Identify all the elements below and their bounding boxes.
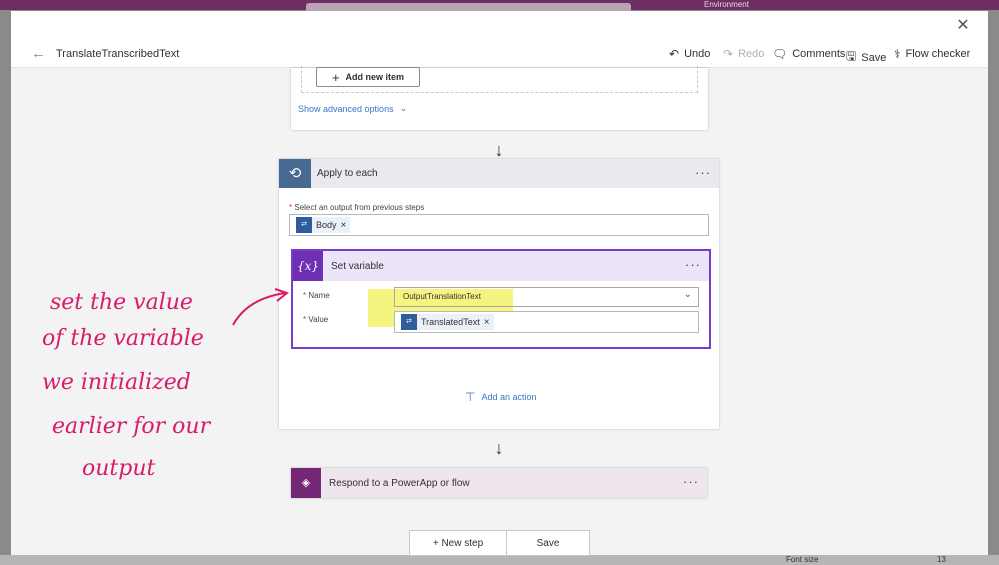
more-options-icon[interactable]: ···: [695, 165, 711, 180]
remove-token-icon[interactable]: ×: [341, 220, 347, 231]
more-options-icon[interactable]: ···: [685, 257, 701, 272]
background-app-header: Environment: [0, 0, 999, 13]
add-action-icon: ⊤: [465, 390, 476, 404]
translated-text-token-label: TranslatedText: [421, 317, 480, 327]
show-advanced-options-link[interactable]: Show advanced options ⌄: [298, 103, 407, 114]
translated-text-token[interactable]: ⇄ TranslatedText ×: [401, 314, 494, 330]
respond-title: Respond to a PowerApp or flow: [329, 478, 470, 489]
required-marker: *: [289, 203, 293, 212]
body-token-label: Body: [316, 220, 337, 230]
apply-to-each-header[interactable]: ⟲ Apply to each ···: [279, 159, 719, 188]
set-variable-title: Set variable: [331, 261, 384, 272]
redo-icon: ↷: [723, 47, 734, 61]
select-output-input[interactable]: ⇄ Body ×: [289, 214, 709, 236]
new-step-button[interactable]: + New step: [409, 530, 507, 556]
chevron-down-icon: ⌄: [683, 289, 692, 300]
comments-button[interactable]: 🗨 Comments: [772, 47, 845, 61]
required-marker: *: [303, 291, 307, 300]
body-token[interactable]: ⇄ Body ×: [296, 217, 351, 233]
annotation-line: earlier for our: [52, 414, 211, 439]
select-output-label-text: Select an output from previous steps: [294, 203, 425, 212]
undo-label: Undo: [684, 48, 711, 60]
respond-card[interactable]: ◈ Respond to a PowerApp or flow ···: [291, 468, 707, 498]
add-an-action-label: Add an action: [481, 392, 537, 402]
redo-button[interactable]: ↷ Redo: [723, 47, 764, 61]
background-font-size-label: Font size: [786, 555, 819, 564]
flow-name: TranslateTranscribedText: [56, 48, 180, 60]
annotation-line: we initialized: [42, 370, 191, 395]
add-an-action-button[interactable]: ⊤ Add an action: [465, 390, 537, 404]
apply-to-each-card: ⟲ Apply to each ··· * Select an output f…: [279, 159, 719, 429]
flow-checker-label: Flow checker: [905, 48, 971, 60]
background-font-size-value: 13: [937, 555, 946, 564]
undo-icon: ↶: [669, 47, 680, 61]
connector-arrow-icon: ↓: [494, 140, 504, 160]
command-bar: ← TranslateTranscribedText ↶ Undo ↷ Redo…: [11, 41, 988, 68]
dialog-title-bar: ✕: [11, 11, 988, 41]
redo-label: Redo: [738, 48, 765, 60]
add-new-item-label: Add new item: [345, 72, 405, 82]
more-options-icon[interactable]: ···: [683, 474, 699, 489]
variable-name-dropdown[interactable]: OutputTranslationText ⌄: [394, 287, 699, 307]
set-variable-card: {x} Set variable ··· * Name OutputTransl…: [291, 249, 711, 349]
close-icon[interactable]: ✕: [956, 18, 970, 34]
apply-to-each-title: Apply to each: [317, 168, 378, 179]
select-output-label: * Select an output from previous steps: [289, 203, 424, 212]
items-area: + Add new item: [301, 66, 698, 93]
annotation-line: output: [82, 456, 156, 481]
name-label: * Name: [303, 291, 330, 300]
flow-checker-button[interactable]: ⚕ Flow checker: [894, 47, 970, 61]
save-flow-button[interactable]: Save: [506, 530, 590, 556]
variable-name-value: OutputTranslationText: [403, 292, 481, 301]
loop-icon: ⟲: [279, 159, 311, 188]
set-variable-header[interactable]: {x} Set variable ···: [293, 251, 709, 281]
back-arrow-icon[interactable]: ←: [31, 45, 46, 62]
annotation-line: set the value: [50, 290, 193, 315]
variable-icon: {x}: [293, 251, 323, 281]
save-button[interactable]: 🖫 Save: [846, 47, 886, 68]
stethoscope-icon: ⚕: [894, 47, 901, 61]
chevron-down-icon: ⌄: [399, 103, 408, 113]
value-label-text: Value: [308, 315, 329, 324]
background-environment-label: Environment: [704, 0, 749, 9]
plus-icon: +: [331, 69, 340, 85]
previous-action-card: + Add new item Show advanced options ⌄: [291, 66, 708, 130]
translator-icon: ⇄: [296, 217, 312, 233]
add-new-item-button[interactable]: + Add new item: [316, 67, 420, 87]
required-marker: *: [303, 315, 307, 324]
handwritten-annotation: set the value of the variable we initial…: [32, 222, 252, 481]
annotation-arrow: [232, 288, 290, 326]
connector-arrow-icon: ↓: [494, 438, 504, 458]
undo-button[interactable]: ↶ Undo: [669, 47, 710, 61]
comments-label: Comments: [792, 48, 846, 60]
save-label: Save: [861, 51, 887, 64]
advanced-label: Show advanced options: [298, 103, 394, 114]
background-properties-bar: Font size 13: [0, 555, 999, 565]
annotation-line: of the variable: [42, 326, 204, 351]
variable-value-input[interactable]: ⇄ TranslatedText ×: [394, 311, 699, 333]
powerapps-icon: ◈: [291, 468, 321, 498]
comment-icon: 🗨: [772, 47, 788, 61]
translator-icon: ⇄: [401, 314, 417, 330]
remove-token-icon[interactable]: ×: [484, 317, 490, 328]
save-icon: 🖫: [846, 49, 857, 63]
value-label: * Value: [303, 315, 328, 324]
name-label-text: Name: [308, 291, 330, 300]
